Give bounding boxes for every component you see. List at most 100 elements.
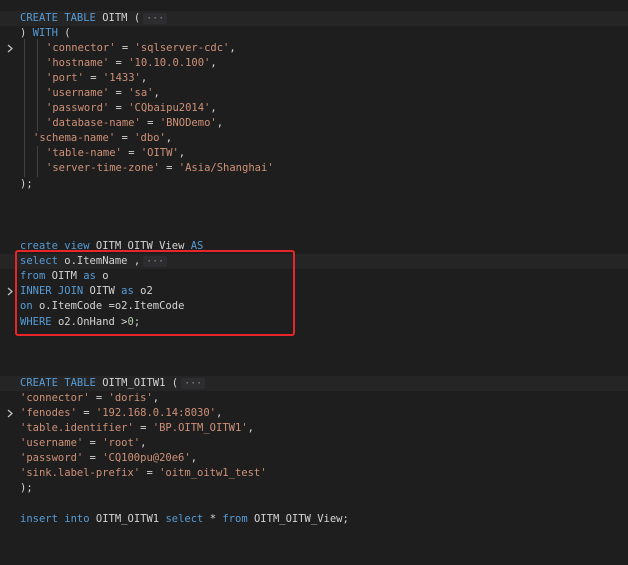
- keyword: into: [64, 513, 90, 525]
- operator: =: [89, 452, 96, 464]
- prop-value: 'sa': [128, 87, 154, 99]
- prop-value: 'Asia/Shanghai': [178, 162, 274, 174]
- prop-key: 'username': [20, 437, 84, 449]
- operator: =: [147, 117, 154, 129]
- prop-value: 'BNODemo': [159, 117, 217, 129]
- prop-value: 'CQ100pu@20e6': [102, 452, 191, 464]
- prop-value: 'dbo': [134, 132, 166, 144]
- operator: =: [89, 437, 96, 449]
- code-line: 'port' = '1433',: [0, 71, 628, 86]
- comma: ,: [210, 102, 217, 114]
- prop-key: 'fenodes': [20, 407, 77, 419]
- prop-value: '1433': [102, 72, 141, 84]
- code-line: 'connector' = 'sqlserver-cdc',: [0, 41, 628, 56]
- operator: =: [115, 102, 122, 114]
- prop-key: 'port': [46, 72, 84, 84]
- paren: (: [133, 12, 141, 24]
- code-line: 'schema-name' = 'dbo',: [0, 131, 628, 146]
- statement-end: ;: [342, 513, 349, 525]
- statement-end: );: [20, 482, 33, 494]
- prop-value: 'sqlserver-cdc': [134, 42, 230, 54]
- prop-value: 'oitm_oitw1_test': [159, 467, 267, 479]
- prop-key: 'sink.label-prefix': [20, 467, 141, 479]
- comma: ,: [216, 117, 224, 129]
- prop-key: 'password': [46, 102, 110, 114]
- code-line: 'table-name' = 'OITW',: [0, 146, 628, 161]
- operator: =: [115, 87, 122, 99]
- comma: ,: [229, 42, 236, 54]
- prop-key: 'username': [46, 87, 110, 99]
- code-line: CREATE TABLE OITM (···: [0, 11, 628, 53]
- code-line: 'username' = 'root',: [0, 436, 628, 451]
- prop-value: 'CQbaipu2014': [128, 102, 211, 114]
- comma: ,: [190, 452, 198, 464]
- prop-key: 'connector': [20, 392, 90, 404]
- keyword: CREATE: [20, 377, 58, 389]
- comma: ,: [178, 147, 186, 159]
- table-name: OITM: [102, 12, 128, 24]
- code-editor[interactable]: CREATE TABLE OITM (··· ) WITH ( 'connect…: [0, 0, 628, 565]
- view-name: OITM_OITW_View: [253, 513, 343, 525]
- table-name: OITM_OITW1: [102, 377, 166, 389]
- code-line: insert into OITM_OITW1 select * from OIT…: [0, 512, 628, 527]
- code-line: );: [0, 177, 628, 192]
- prop-key: 'server-time-zone': [46, 162, 160, 174]
- operator: =: [140, 422, 147, 434]
- code-line: CREATE TABLE OITM_OITW1 (···: [0, 376, 628, 418]
- paren: ): [20, 27, 27, 39]
- prop-key: 'schema-name': [33, 132, 116, 144]
- comma: ,: [152, 392, 160, 404]
- code-line: 'database-name' = 'BNODemo',: [0, 116, 628, 131]
- operator: =: [90, 72, 97, 84]
- code-line: 'sink.label-prefix' = 'oitm_oitw1_test': [0, 466, 628, 481]
- star: *: [209, 513, 217, 525]
- prop-key: 'password': [20, 452, 84, 464]
- comma: ,: [153, 87, 160, 99]
- code-line: 'server-time-zone' = 'Asia/Shanghai': [0, 161, 628, 176]
- keyword: CREATE: [20, 12, 58, 24]
- code-line: 'hostname' = '10.10.0.100',: [0, 56, 628, 71]
- prop-value: 'OITW': [140, 147, 179, 159]
- prop-value: 'BP.OITM_OITW1': [152, 422, 248, 434]
- comma: ,: [140, 437, 147, 449]
- table-name: OITM_OITW1: [95, 513, 160, 525]
- comma: ,: [140, 72, 148, 84]
- code-line: 'table.identifier' = 'BP.OITM_OITW1',: [0, 421, 628, 436]
- code-line: 'connector' = 'doris',: [0, 391, 628, 406]
- prop-key: 'table-name': [46, 147, 122, 159]
- code-line: ) WITH (: [0, 26, 628, 41]
- comma: ,: [216, 407, 223, 419]
- paren: (: [64, 27, 71, 39]
- comma: ,: [210, 57, 217, 69]
- comma: ,: [247, 422, 254, 434]
- fold-chevron-icon[interactable]: [6, 11, 16, 53]
- keyword: TABLE: [64, 12, 96, 24]
- code-line: );: [0, 481, 628, 496]
- operator: =: [121, 132, 128, 144]
- operator: =: [128, 147, 135, 159]
- operator: =: [146, 467, 153, 479]
- operator: =: [115, 57, 122, 69]
- comma: ,: [165, 132, 173, 144]
- prop-key: 'hostname': [46, 57, 110, 69]
- code-line: 'username' = 'sa',: [0, 86, 628, 101]
- fold-placeholder[interactable]: ···: [181, 378, 206, 389]
- prop-value: '10.10.0.100': [128, 57, 211, 69]
- keyword: TABLE: [64, 377, 96, 389]
- operator: =: [166, 162, 173, 174]
- code-line: 'fenodes' = '192.168.0.14:8030',: [0, 406, 628, 421]
- highlight-box: [15, 250, 295, 336]
- prop-value: '192.168.0.14:8030': [95, 407, 216, 419]
- keyword: insert: [20, 513, 58, 525]
- prop-key: 'table.identifier': [20, 422, 134, 434]
- keyword: from: [222, 513, 248, 525]
- paren: (: [171, 377, 179, 389]
- fold-chevron-icon[interactable]: [6, 376, 16, 418]
- operator: =: [83, 407, 90, 419]
- operator: =: [121, 42, 129, 54]
- prop-value: 'root': [102, 437, 141, 449]
- fold-placeholder[interactable]: ···: [143, 13, 168, 24]
- prop-value: 'doris': [108, 392, 153, 404]
- operator: =: [95, 392, 103, 404]
- keyword: WITH: [32, 27, 58, 39]
